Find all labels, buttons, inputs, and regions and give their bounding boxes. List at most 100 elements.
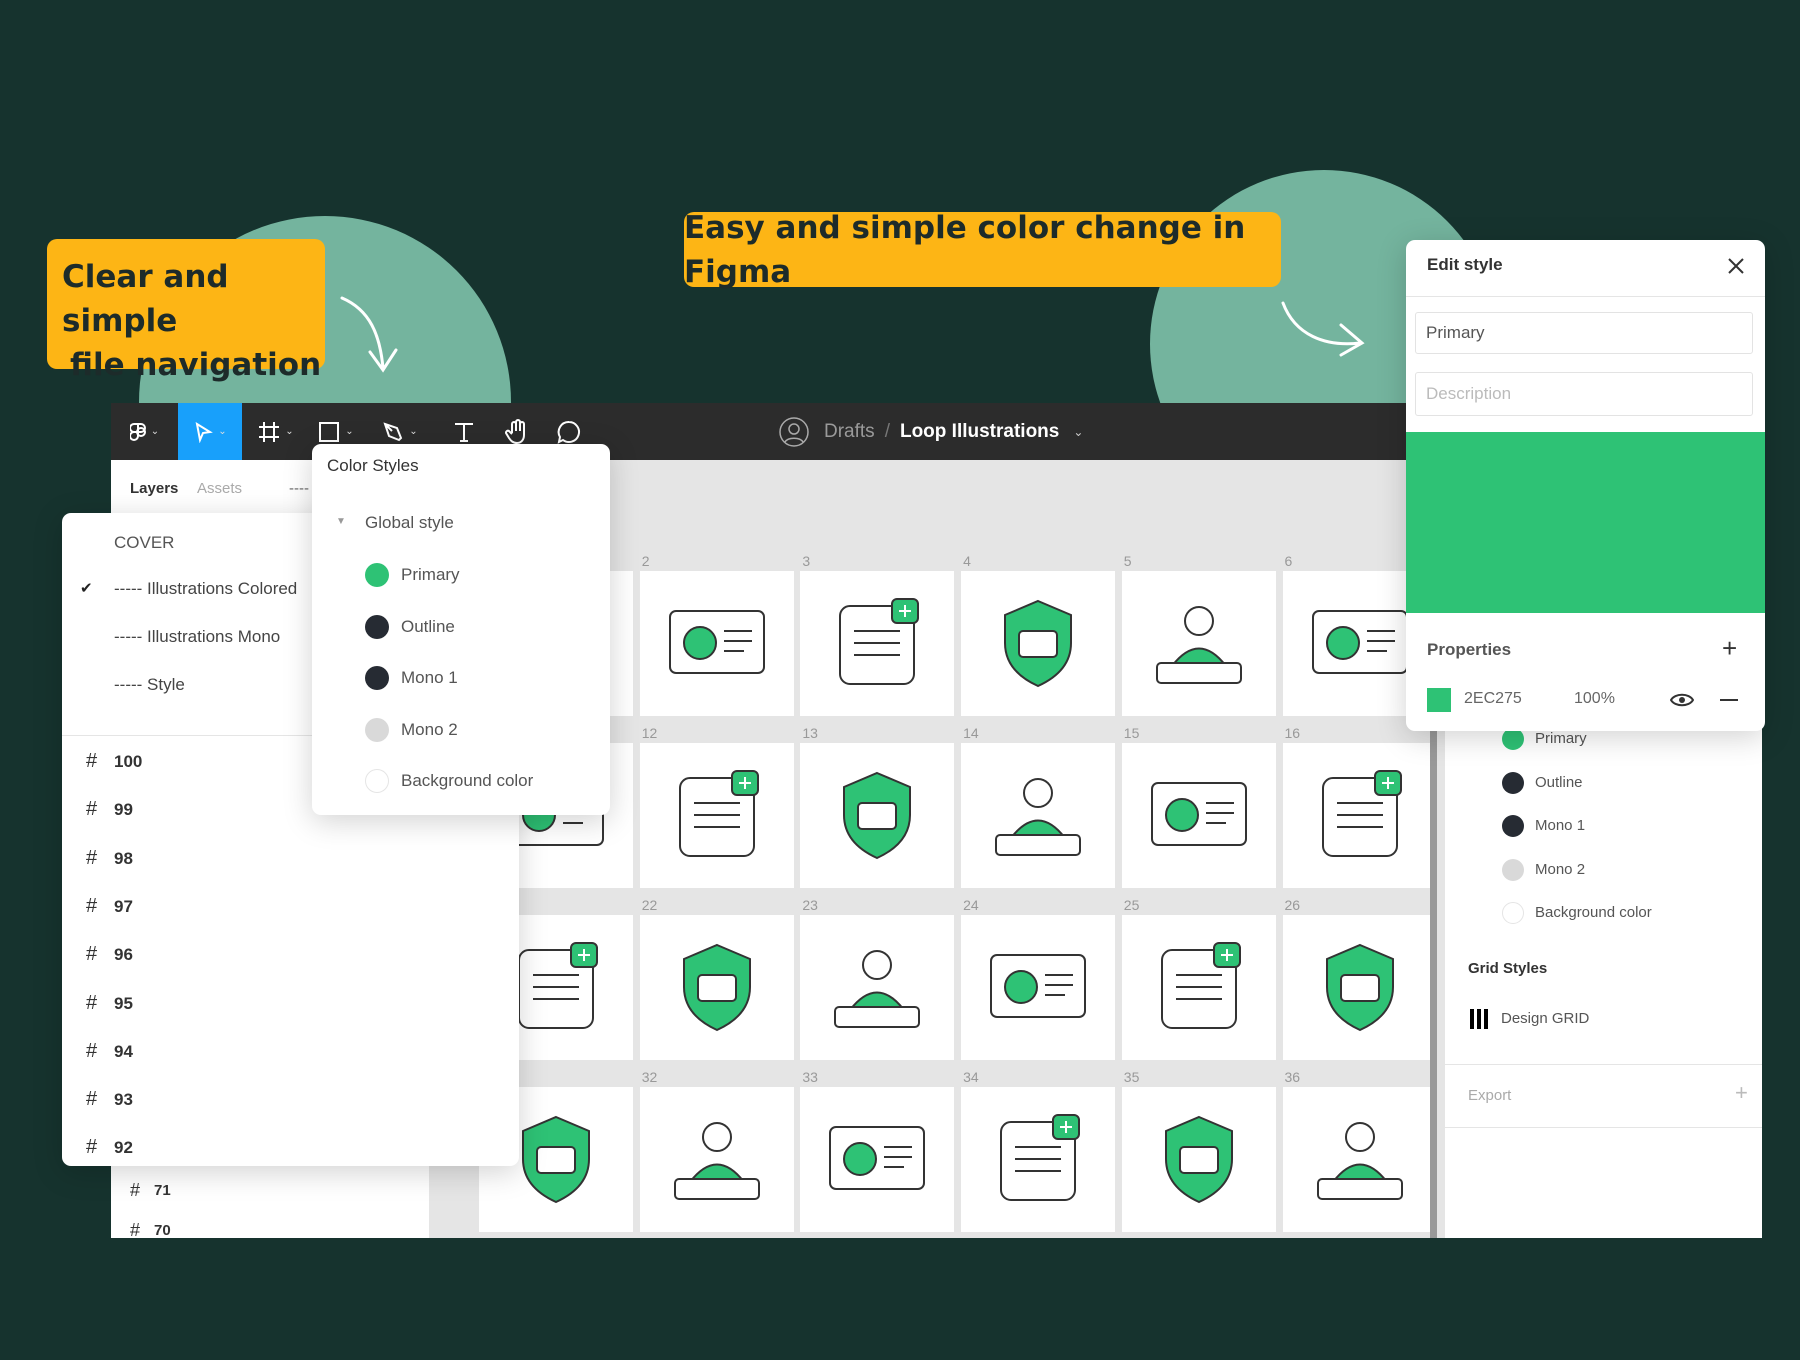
frame-layer[interactable]: 92 — [114, 1138, 133, 1158]
avatar-icon[interactable] — [778, 416, 810, 448]
color-preview[interactable] — [1406, 432, 1765, 613]
opacity-value[interactable]: 100% — [1574, 690, 1615, 708]
illustration-frame[interactable] — [800, 743, 955, 888]
frame-label: 12 — [641, 725, 658, 741]
frame-layer[interactable]: 93 — [114, 1090, 133, 1110]
style-group-global[interactable]: Global style — [365, 513, 454, 533]
close-icon[interactable] — [1726, 256, 1746, 276]
arrow-icon — [1281, 301, 1365, 357]
edit-style-title: Edit style — [1427, 255, 1503, 274]
illustration-image — [673, 1122, 760, 1200]
illustration-frame[interactable] — [1282, 1087, 1437, 1232]
page-cover[interactable]: COVER — [114, 533, 174, 553]
frame-label: 3 — [802, 553, 811, 569]
color-style-item[interactable]: Background color — [1535, 904, 1652, 921]
illustration-frame[interactable] — [961, 571, 1116, 716]
illustration-image — [990, 954, 1087, 1018]
frame-hash-icon: # — [130, 1180, 141, 1200]
eye-icon[interactable] — [1670, 692, 1694, 708]
frame-label: 34 — [963, 1069, 979, 1085]
illustration-frame[interactable] — [1282, 743, 1437, 888]
comment-icon — [557, 420, 580, 444]
illustration-frame[interactable] — [639, 1087, 794, 1232]
frame-layer[interactable]: 99 — [114, 800, 133, 820]
collapse-triangle-icon[interactable]: ▼ — [336, 516, 346, 527]
frame-label: 24 — [963, 897, 979, 913]
color-style-item[interactable]: Outline — [401, 617, 455, 637]
illustration-frame[interactable] — [800, 571, 955, 716]
move-tool-button[interactable]: ⌄ — [178, 403, 242, 460]
add-export-button[interactable]: + — [1735, 1080, 1748, 1106]
arrow-icon — [340, 296, 398, 373]
hand-icon — [505, 418, 525, 444]
frame-layer[interactable]: 100 — [114, 752, 142, 772]
illustration-frame[interactable] — [1121, 1087, 1276, 1232]
frame-layer[interactable]: 94 — [114, 1042, 133, 1062]
color-style-item[interactable]: Outline — [1535, 774, 1583, 791]
color-swatch — [1502, 858, 1524, 881]
color-style-item[interactable]: Mono 2 — [401, 720, 458, 740]
illustration-frame[interactable] — [961, 915, 1116, 1060]
add-property-button[interactable]: + — [1722, 633, 1737, 664]
illustration-frame[interactable] — [1121, 915, 1276, 1060]
tab-more[interactable]: ---- — [289, 480, 309, 497]
frame-layer[interactable]: 97 — [114, 897, 133, 917]
frame-label: 32 — [641, 1069, 658, 1085]
frame-label: 26 — [1284, 897, 1301, 913]
callout-line: Clear and simple — [62, 259, 229, 339]
style-description-input[interactable]: Description — [1415, 372, 1753, 416]
color-style-item[interactable]: Mono 1 — [1535, 817, 1585, 834]
tab-assets[interactable]: Assets — [197, 480, 242, 497]
illustration-image — [1325, 943, 1394, 1032]
style-name-input[interactable]: Primary — [1415, 312, 1753, 354]
frame-layer[interactable]: 71 — [154, 1182, 171, 1199]
illustration-frame[interactable] — [639, 743, 794, 888]
file-name[interactable]: Loop Illustrations — [900, 421, 1059, 443]
color-style-item[interactable]: Mono 2 — [1535, 861, 1585, 878]
hex-value[interactable]: 2EC275 — [1464, 690, 1522, 708]
frame-label: 25 — [1123, 897, 1140, 913]
illustration-frame[interactable] — [800, 915, 955, 1060]
frame-layer[interactable]: 96 — [114, 945, 133, 965]
frame-layer[interactable]: 70 — [154, 1222, 171, 1238]
chevron-down-icon[interactable]: ⌄ — [1073, 425, 1083, 439]
illustration-frame[interactable] — [639, 571, 794, 716]
color-style-item[interactable]: Background color — [401, 771, 533, 791]
illustration-image — [995, 778, 1082, 856]
frame-layer[interactable]: 98 — [114, 849, 133, 869]
frame-label: 23 — [802, 897, 818, 913]
grid-style-item[interactable]: Design GRID — [1501, 1010, 1589, 1027]
color-swatch — [1502, 815, 1524, 838]
divider — [1445, 1064, 1762, 1065]
illustration-frame[interactable] — [800, 1087, 955, 1232]
illustration-frame[interactable] — [961, 1087, 1116, 1232]
breadcrumb-drafts[interactable]: Drafts — [824, 421, 875, 443]
figma-menu-button[interactable]: ⌄ — [111, 403, 178, 460]
figma-logo-icon — [129, 422, 146, 441]
color-swatch[interactable] — [1427, 688, 1451, 712]
illustration-frame[interactable] — [961, 743, 1116, 888]
chevron-down-icon: ⌄ — [345, 426, 354, 437]
illustration-image — [1316, 1122, 1403, 1200]
frame-hash-icon: # — [86, 798, 98, 821]
illustration-frame[interactable] — [1121, 571, 1276, 716]
illustration-frame[interactable] — [639, 915, 794, 1060]
illustration-image — [829, 1126, 926, 1190]
illustration-frame[interactable] — [1121, 743, 1276, 888]
color-style-item[interactable]: Primary — [1535, 730, 1587, 747]
illustration-image — [682, 943, 751, 1032]
color-styles-title: Color Styles — [327, 456, 419, 475]
remove-property-button[interactable] — [1720, 699, 1738, 701]
frame-label: 36 — [1284, 1069, 1301, 1085]
color-style-item[interactable]: Primary — [401, 565, 460, 585]
tab-layers[interactable]: Layers — [130, 480, 178, 497]
frame-layer[interactable]: 95 — [114, 994, 133, 1014]
color-swatch — [365, 769, 389, 793]
breadcrumb: Drafts / Loop Illustrations ⌄ — [778, 403, 1083, 460]
check-icon: ✔ — [80, 580, 93, 597]
frame-tool-button[interactable]: ⌄ — [251, 403, 301, 460]
illustration-frame[interactable] — [1282, 915, 1437, 1060]
illustration-image — [1160, 942, 1241, 1029]
color-style-item[interactable]: Mono 1 — [401, 668, 458, 688]
canvas-scrollbar[interactable] — [1430, 723, 1437, 1238]
